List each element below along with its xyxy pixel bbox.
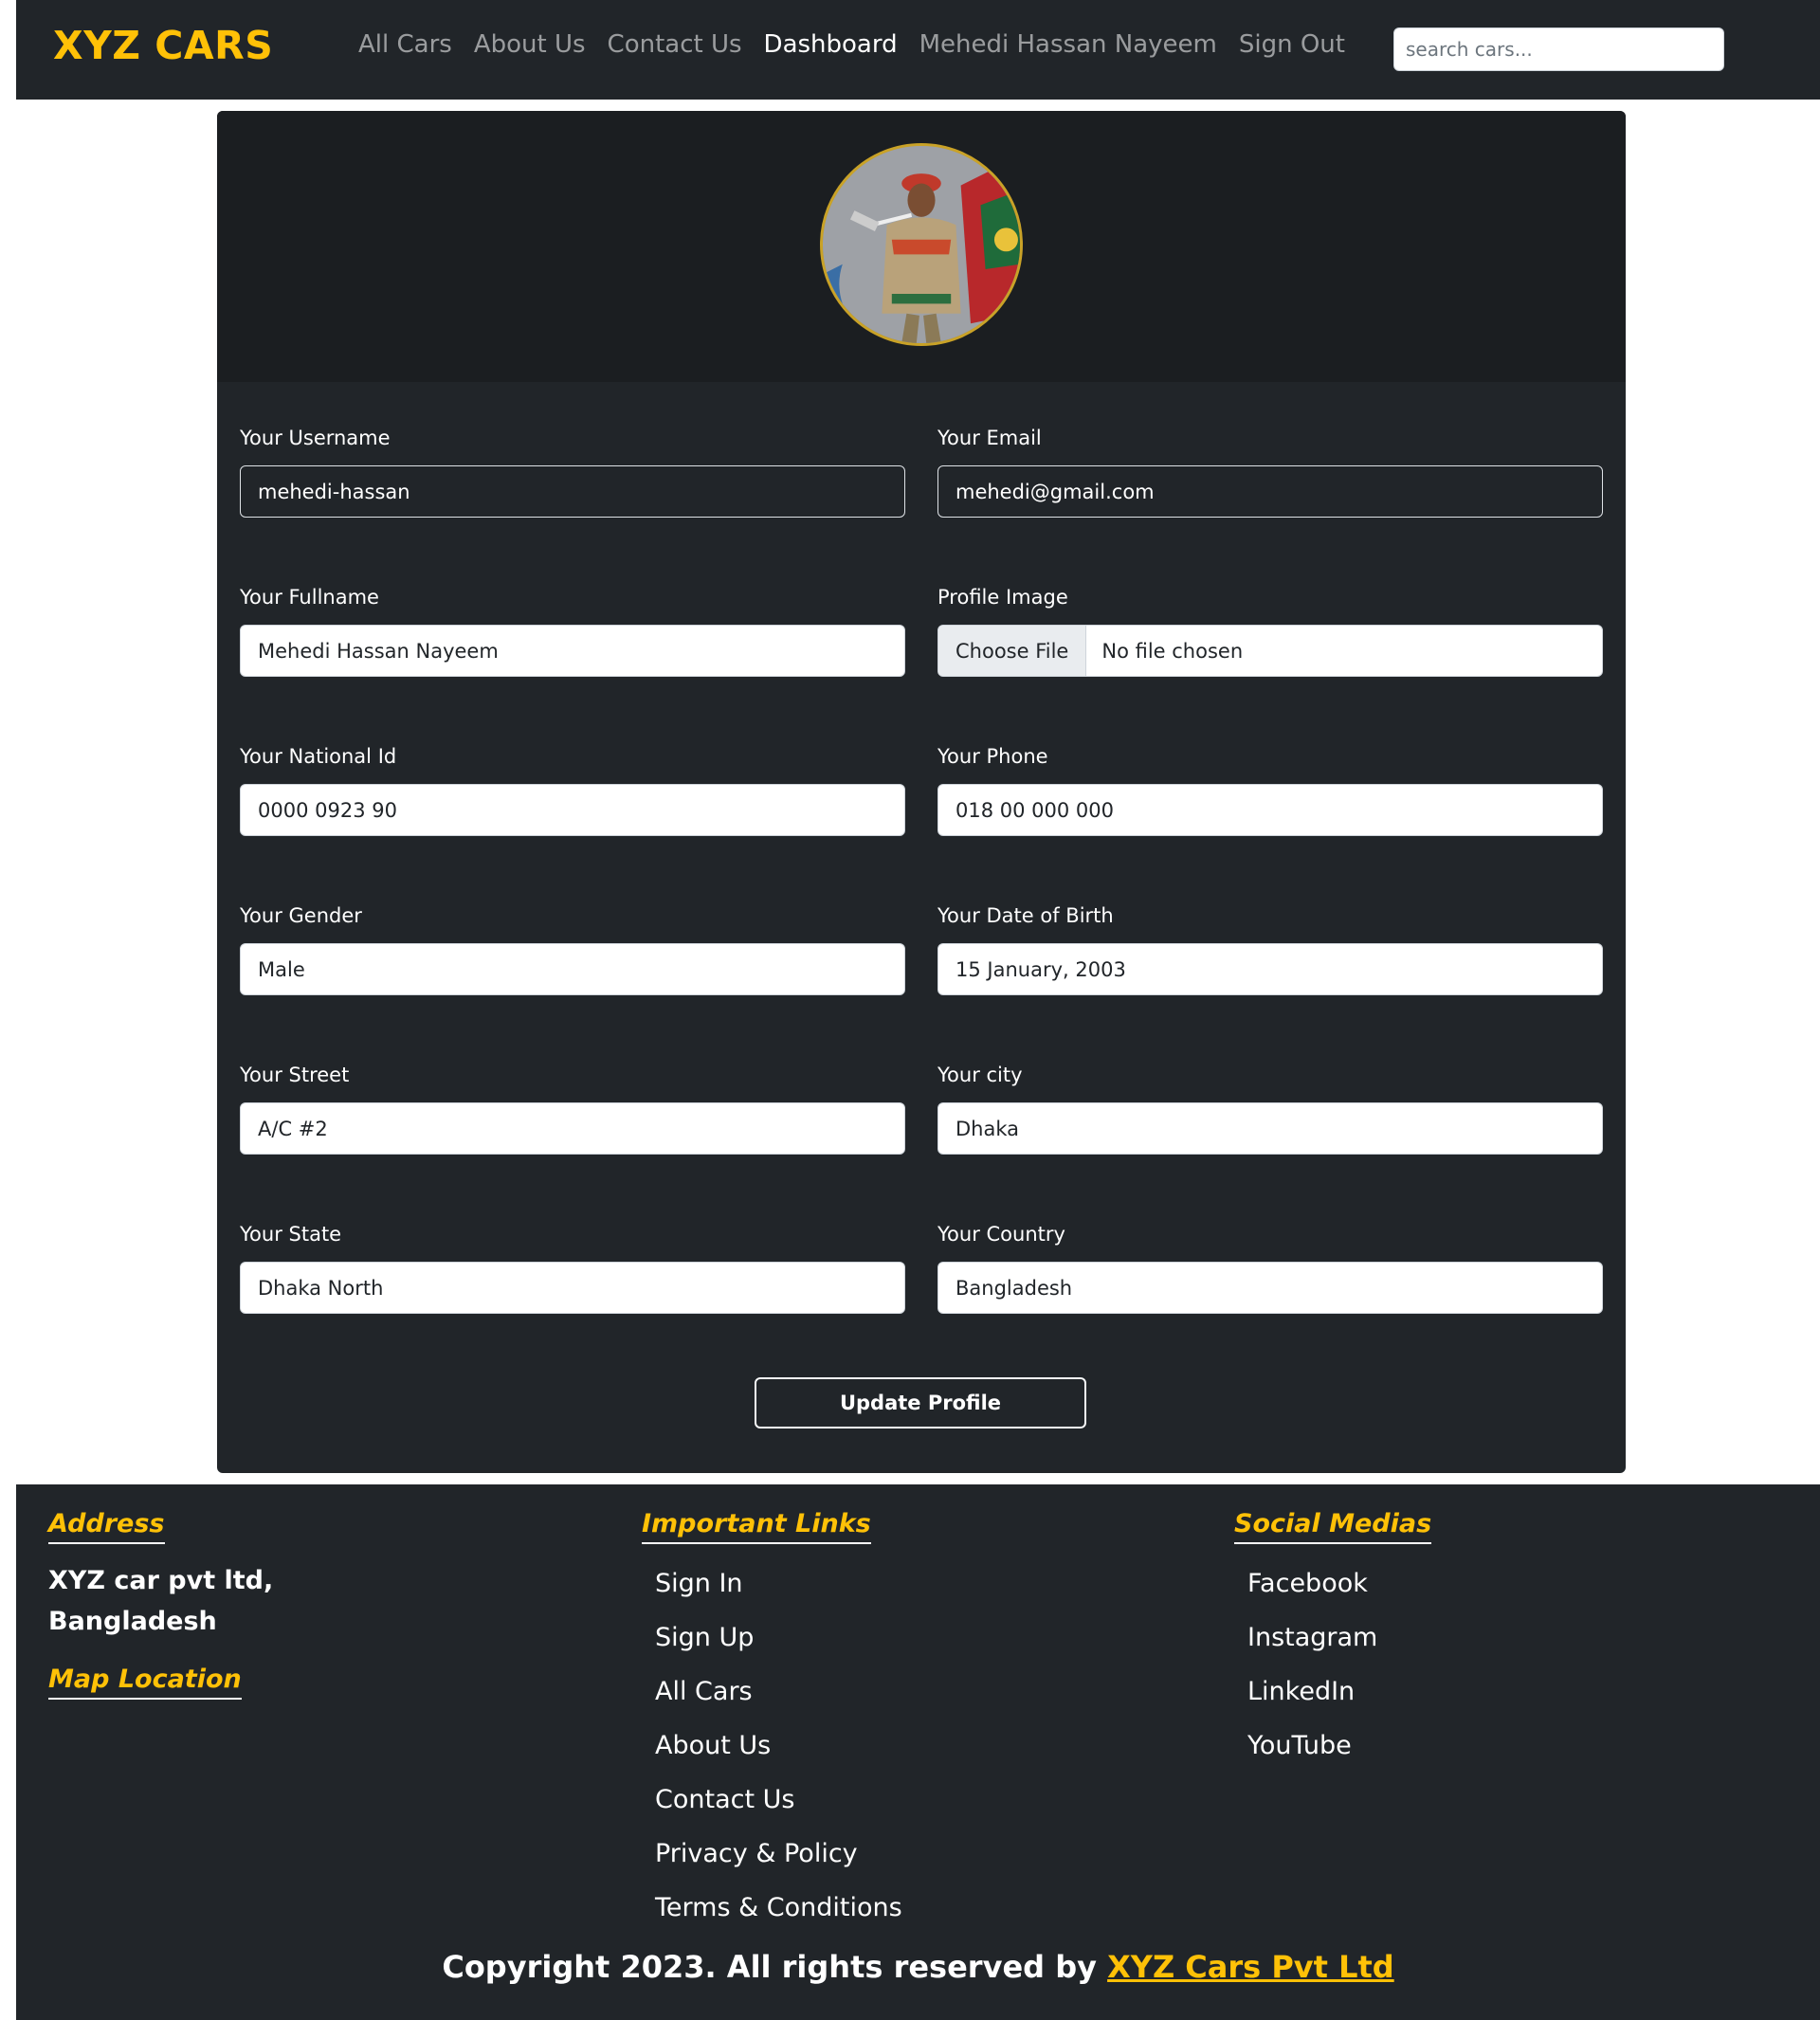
address-line-1: XYZ car pvt ltd,	[48, 1566, 274, 1595]
dob-input[interactable]	[937, 943, 1603, 995]
gender-label: Your Gender	[240, 904, 362, 927]
navbar: XYZ CARS All Cars About Us Contact Us Da…	[16, 0, 1820, 100]
gender-input[interactable]	[240, 943, 905, 995]
nav-link-sign-out[interactable]: Sign Out	[1239, 30, 1345, 59]
phone-label: Your Phone	[937, 745, 1048, 768]
avatar	[820, 143, 1023, 346]
country-input[interactable]	[937, 1262, 1603, 1314]
copyright-text: Copyright 2023. All rights reserved by	[442, 1949, 1108, 1985]
national-id-label: Your National Id	[240, 745, 397, 768]
file-status: No file chosen	[1101, 639, 1244, 663]
footer-link-privacy-policy[interactable]: Privacy & Policy	[655, 1827, 902, 1881]
important-links-heading: Important Links	[642, 1509, 871, 1544]
state-label: Your State	[240, 1223, 342, 1246]
footer-link-contact-us[interactable]: Contact Us	[655, 1773, 902, 1827]
address-heading: Address	[48, 1509, 165, 1544]
email-label: Your Email	[937, 427, 1042, 449]
footer-link-sign-in[interactable]: Sign In	[655, 1556, 902, 1611]
nav-link-dashboard[interactable]: Dashboard	[764, 30, 898, 59]
social-links-list: Facebook Instagram LinkedIn YouTube	[1247, 1556, 1377, 1773]
address-line-2: Bangladesh	[48, 1607, 217, 1636]
nav-links: All Cars About Us Contact Us Dashboard M…	[358, 30, 1367, 59]
footer-link-about-us[interactable]: About Us	[655, 1719, 902, 1773]
search-input[interactable]	[1393, 27, 1724, 71]
username-label: Your Username	[240, 427, 391, 449]
nav-link-all-cars[interactable]: All Cars	[358, 30, 452, 59]
copyright: Copyright 2023. All rights reserved by X…	[16, 1949, 1820, 1985]
social-medias-heading: Social Medias	[1234, 1509, 1432, 1544]
footer-link-sign-up[interactable]: Sign Up	[655, 1611, 902, 1665]
city-label: Your city	[937, 1064, 1023, 1086]
nav-link-about-us[interactable]: About Us	[474, 30, 586, 59]
profile-image-label: Profile Image	[937, 586, 1068, 609]
address-text: XYZ car pvt ltd, Bangladesh	[48, 1560, 295, 1642]
social-link-instagram[interactable]: Instagram	[1247, 1611, 1377, 1665]
fullname-label: Your Fullname	[240, 586, 379, 609]
update-profile-button[interactable]: Update Profile	[755, 1377, 1086, 1429]
avatar-photo	[823, 146, 1020, 343]
important-links-list: Sign In Sign Up All Cars About Us Contac…	[655, 1556, 902, 1935]
footer-link-terms-conditions[interactable]: Terms & Conditions	[655, 1881, 902, 1935]
social-link-linkedin[interactable]: LinkedIn	[1247, 1665, 1377, 1719]
email-input[interactable]	[937, 465, 1603, 518]
social-link-facebook[interactable]: Facebook	[1247, 1556, 1377, 1611]
nav-link-contact-us[interactable]: Contact Us	[608, 30, 742, 59]
copyright-company-link[interactable]: XYZ Cars Pvt Ltd	[1107, 1949, 1394, 1985]
fullname-input[interactable]	[240, 625, 905, 677]
choose-file-button[interactable]: Choose File	[938, 626, 1087, 676]
brand-logo[interactable]: XYZ CARS	[53, 23, 273, 68]
footer-link-all-cars[interactable]: All Cars	[655, 1665, 902, 1719]
city-input[interactable]	[937, 1102, 1603, 1155]
state-input[interactable]	[240, 1262, 905, 1314]
phone-input[interactable]	[937, 784, 1603, 836]
profile-card-header	[217, 111, 1626, 382]
dob-label: Your Date of Birth	[937, 904, 1114, 927]
footer: Address XYZ car pvt ltd, Bangladesh Map …	[16, 1484, 1820, 2020]
street-input[interactable]	[240, 1102, 905, 1155]
profile-image-input: Choose File No file chosen	[937, 625, 1603, 677]
country-label: Your Country	[937, 1223, 1065, 1246]
username-input[interactable]	[240, 465, 905, 518]
national-id-input[interactable]	[240, 784, 905, 836]
map-location-heading: Map Location	[48, 1665, 242, 1700]
street-label: Your Street	[240, 1064, 350, 1086]
nav-link-user-name[interactable]: Mehedi Hassan Nayeem	[919, 30, 1217, 59]
social-link-youtube[interactable]: YouTube	[1247, 1719, 1377, 1773]
profile-card: Your Username Your Email Your Fullname P…	[217, 111, 1626, 1473]
